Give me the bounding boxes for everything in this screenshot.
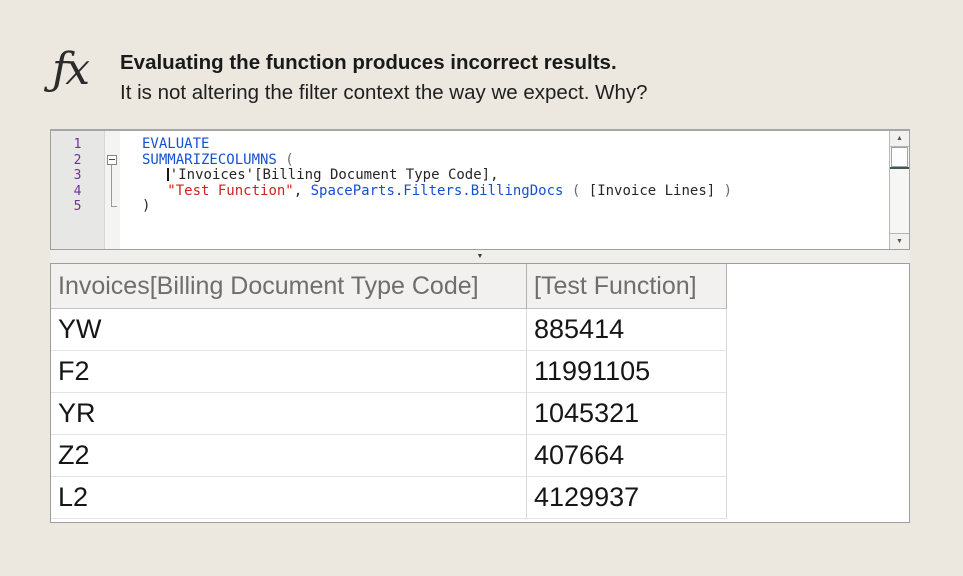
down-arrow-icon: ▼ (896, 238, 903, 245)
cell-doc-type-code: F2 (51, 351, 527, 393)
table-row[interactable]: YR 1045321 (51, 393, 909, 435)
headline-subtitle: It is not altering the filter context th… (120, 81, 648, 105)
splitter-collapse-icon[interactable]: ▼ (477, 250, 484, 263)
slide-canvas: ƒx Evaluating the function produces inco… (0, 0, 963, 576)
cell-test-function-value: 1045321 (527, 393, 727, 435)
cell-doc-type-code: YW (51, 309, 527, 351)
code-line-3: 'Invoices'[Billing Document Type Code], (142, 168, 889, 184)
code-folding-margin (105, 131, 120, 249)
results-header-row: Invoices[Billing Document Type Code] [Te… (51, 264, 909, 309)
fold-guide-line (111, 165, 112, 206)
minus-glyph (109, 159, 115, 160)
column-header-test-function[interactable]: [Test Function] (527, 264, 727, 309)
editor-vertical-scrollbar[interactable]: ▲ ▼ (889, 131, 909, 249)
punctuation-token: , (294, 183, 311, 199)
table-row[interactable]: L2 4129937 (51, 477, 909, 519)
punctuation-token: ( (563, 183, 588, 199)
line-number-gutter: 1 2 3 4 5 (51, 131, 105, 249)
cell-test-function-value: 885414 (527, 309, 727, 351)
cell-empty (727, 309, 909, 351)
line-number: 4 (51, 184, 104, 200)
pane-splitter[interactable]: ▼ (50, 250, 910, 263)
fold-guide-corner (111, 206, 117, 207)
code-line-5: ) (142, 199, 889, 215)
dax-query-editor: 1 2 3 4 5 EVALUATE SUMMARIZECOLUMNS ( 'I… (50, 129, 910, 250)
code-line-1: EVALUATE (142, 137, 889, 153)
code-line-2: SUMMARIZECOLUMNS ( (142, 153, 889, 169)
column-header-empty[interactable] (727, 264, 909, 309)
code-text-area[interactable]: EVALUATE SUMMARIZECOLUMNS ( 'Invoices'[B… (120, 131, 889, 249)
cell-test-function-value: 407664 (527, 435, 727, 477)
cell-doc-type-code: Z2 (51, 435, 527, 477)
punctuation-token: ( (277, 152, 294, 168)
scrollbar-thumb[interactable] (891, 147, 908, 167)
cell-empty (727, 351, 909, 393)
cell-doc-type-code: YR (51, 393, 527, 435)
indent-token (142, 167, 167, 183)
indent-token (142, 183, 167, 199)
cell-empty (727, 393, 909, 435)
fx-function-icon: ƒx (52, 38, 112, 102)
table-row[interactable]: Z2 407664 (51, 435, 909, 477)
line-number: 5 (51, 199, 104, 215)
fold-collapse-icon[interactable] (107, 155, 117, 165)
text-cursor (167, 168, 169, 181)
cell-empty (727, 435, 909, 477)
query-results-grid: Invoices[Billing Document Type Code] [Te… (50, 263, 910, 523)
measure-reference-token: [Invoice Lines] (589, 183, 715, 199)
cell-empty (727, 477, 909, 519)
headline-bold: Evaluating the function produces incorre… (120, 51, 617, 75)
punctuation-token: ) (142, 198, 150, 214)
keyword-token: EVALUATE (142, 136, 209, 152)
cell-doc-type-code: L2 (51, 477, 527, 519)
up-arrow-icon: ▲ (896, 135, 903, 142)
function-name-token: SpaceParts.Filters.BillingDocs (311, 183, 564, 199)
column-header-billing-doc-type[interactable]: Invoices[Billing Document Type Code] (51, 264, 527, 309)
scrollbar-position-marker (890, 167, 909, 169)
table-row[interactable]: YW 885414 (51, 309, 909, 351)
scroll-down-button[interactable]: ▼ (890, 233, 909, 249)
string-token: "Test Function" (167, 183, 293, 199)
code-line-4: "Test Function", SpaceParts.Filters.Bill… (142, 184, 889, 200)
keyword-token: SUMMARIZECOLUMNS (142, 152, 277, 168)
cell-test-function-value: 4129937 (527, 477, 727, 519)
line-number: 2 (51, 153, 104, 169)
cell-test-function-value: 11991105 (527, 351, 727, 393)
punctuation-token: ) (715, 183, 732, 199)
scroll-up-button[interactable]: ▲ (890, 131, 909, 147)
table-row[interactable]: F2 11991105 (51, 351, 909, 393)
line-number: 3 (51, 168, 104, 184)
line-number: 1 (51, 137, 104, 153)
column-reference-token: 'Invoices'[Billing Document Type Code], (170, 167, 499, 183)
